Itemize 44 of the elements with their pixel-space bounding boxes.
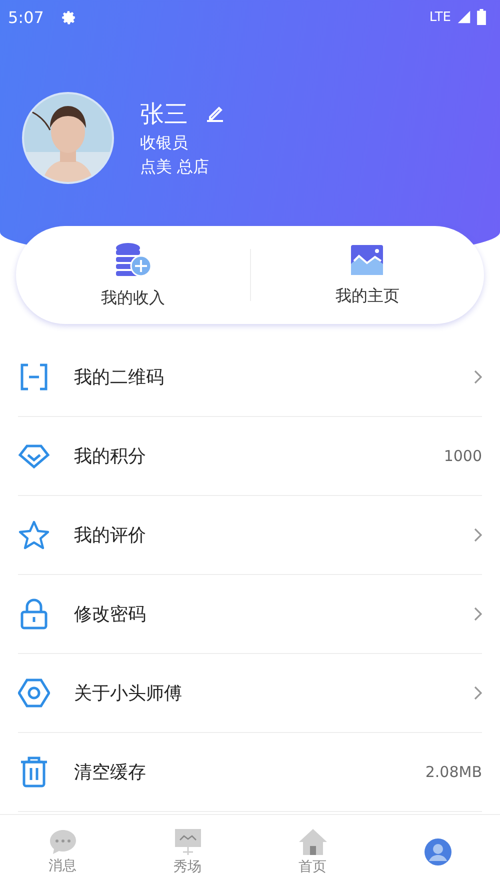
- menu-label: 我的二维码: [74, 366, 164, 389]
- store-name: 点美 总店: [140, 157, 210, 178]
- user-name: 张三: [140, 99, 188, 130]
- menu-label: 修改密码: [74, 603, 146, 626]
- coin-stack-icon: [114, 242, 152, 278]
- hexagon-icon: [18, 678, 50, 708]
- star-icon: [18, 520, 50, 550]
- shortcut-label[interactable]: 我的主页: [335, 286, 400, 306]
- edit-icon[interactable]: [204, 104, 224, 124]
- trash-icon: [18, 756, 50, 788]
- scan-icon: [18, 362, 50, 392]
- profile-icon: [424, 838, 452, 866]
- image-icon: [350, 244, 384, 276]
- diamond-icon: [18, 443, 50, 469]
- settings-icon: [60, 8, 77, 26]
- menu-value: 1000: [444, 447, 482, 465]
- status-time: 5:07: [8, 8, 44, 26]
- nav-tab[interactable]: 秀场: [125, 815, 250, 889]
- user-role: 收银员: [140, 133, 189, 154]
- menu-label: 我的评价: [74, 524, 146, 547]
- home-icon: [298, 828, 328, 856]
- nav-tab[interactable]: 首页: [250, 815, 375, 889]
- menu-item[interactable]: 修改密码: [18, 575, 482, 654]
- menu-item[interactable]: 我的二维码: [18, 338, 482, 417]
- menu-item[interactable]: 清空缓存 2.08MB: [18, 733, 482, 812]
- signal-icon: [457, 10, 471, 24]
- chat-icon: [48, 829, 76, 855]
- menu-item[interactable]: 我的积分 1000: [18, 417, 482, 496]
- shortcut-label[interactable]: 我的收入: [100, 288, 165, 308]
- network-label: LTE: [429, 10, 451, 24]
- menu-label: 关于小头师傅: [74, 682, 182, 705]
- chevron-icon: [474, 528, 482, 542]
- easel-icon: [174, 828, 202, 856]
- chevron-icon: [474, 607, 482, 621]
- menu-item[interactable]: 关于小头师傅: [18, 654, 482, 733]
- battery-icon: [477, 9, 486, 25]
- menu-label: 我的积分: [74, 445, 146, 468]
- menu-value: 2.08MB: [425, 763, 482, 781]
- menu-label: 清空缓存: [74, 761, 146, 784]
- lock-icon: [18, 598, 50, 630]
- nav-tab[interactable]: 消息: [0, 815, 125, 889]
- menu-item[interactable]: 我的评价: [18, 496, 482, 575]
- chevron-icon: [474, 370, 482, 384]
- chevron-icon: [474, 686, 482, 700]
